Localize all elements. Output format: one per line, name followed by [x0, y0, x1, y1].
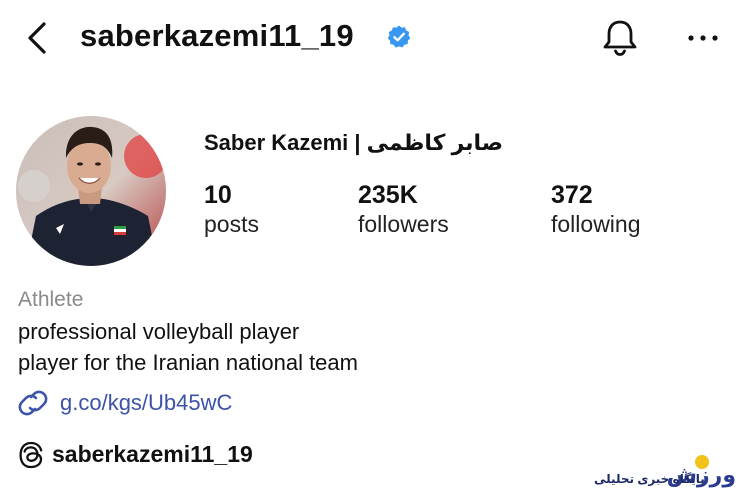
following-stat[interactable]: 372 following — [551, 180, 641, 238]
bio-line: player for the Iranian national team — [18, 350, 358, 375]
posts-label: posts — [204, 211, 259, 237]
posts-count: 10 — [204, 181, 232, 209]
more-horizontal-icon — [688, 35, 718, 41]
chevron-left-icon — [28, 22, 46, 54]
threads-icon — [18, 441, 44, 469]
following-count: 372 — [551, 181, 593, 209]
followers-stat[interactable]: 235K followers — [358, 180, 449, 238]
verified-badge-icon — [386, 24, 412, 50]
followers-count: 235K — [358, 181, 418, 209]
more-options-button[interactable] — [682, 22, 726, 52]
threads-handle-link[interactable]: saberkazemi11_19 — [52, 439, 253, 469]
profile-avatar[interactable] — [16, 116, 166, 266]
back-button[interactable] — [22, 20, 56, 56]
profile-website-link[interactable]: g.co/kgs/Ub45wC — [60, 389, 232, 417]
site-watermark: ورزش پایگاه خبری تحلیلی — [590, 452, 740, 492]
profile-display-name: Saber Kazemi | صابر کاظمی — [204, 130, 504, 155]
notifications-button[interactable] — [598, 16, 642, 60]
posts-stat[interactable]: 10 posts — [204, 180, 259, 238]
profile-username-title: saberkazemi11_19 — [80, 18, 354, 53]
watermark-tagline: پایگاه خبری تحلیلی — [594, 472, 705, 486]
following-label: following — [551, 211, 641, 237]
link-icon — [18, 388, 48, 418]
profile-category: Athlete — [18, 288, 84, 311]
bio-line: professional volleyball player — [18, 319, 300, 344]
avatar-photo — [16, 116, 166, 266]
followers-label: followers — [358, 211, 449, 237]
bell-icon — [603, 20, 637, 56]
